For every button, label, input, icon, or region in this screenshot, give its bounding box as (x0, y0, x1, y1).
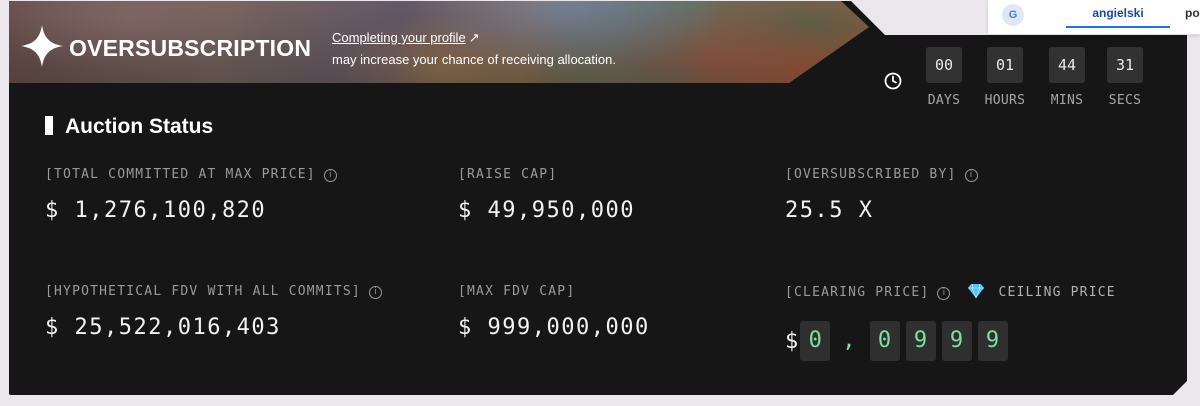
clearing-price-display: $ 0 , 0 9 9 9 (785, 320, 1014, 362)
four-point-star-icon (21, 25, 63, 67)
price-digit: 0 (800, 321, 830, 361)
info-icon[interactable]: i (369, 286, 382, 299)
info-icon[interactable]: i (937, 287, 950, 300)
stat-oversubscribed-by: [OVERSUBSCRIBED BY] i 25.5 X (785, 167, 978, 223)
diamond-icon (968, 284, 984, 298)
stat-label: [OVERSUBSCRIBED BY] i (785, 167, 978, 182)
countdown-mins-value: 44 (1049, 47, 1085, 83)
stat-value: 25.5 X (785, 198, 874, 223)
stat-clearing-price: [CLEARING PRICE] i CEILING PRICE (785, 284, 1116, 300)
price-separator: , (842, 328, 856, 353)
countdown-hours-value: 01 (987, 47, 1023, 83)
countdown-secs-value: 31 (1107, 47, 1143, 83)
countdown-secs: 31 SECS (1097, 47, 1153, 108)
title-bar-marker (45, 116, 53, 135)
countdown-days-value: 00 (926, 47, 962, 83)
google-translate-icon[interactable]: G (1002, 4, 1024, 26)
info-icon[interactable]: i (965, 169, 978, 182)
price-digit: 9 (906, 321, 936, 361)
tab-language-english[interactable]: angielski (1066, 6, 1170, 28)
stat-max-fdv-cap: [MAX FDV CAP] $ 999,000,000 (458, 284, 650, 340)
external-arrow-icon[interactable]: ↗ (469, 30, 480, 46)
countdown-mins: 44 MINS (1039, 47, 1095, 108)
price-digit: 9 (942, 321, 972, 361)
section-title: Auction Status (45, 115, 213, 139)
stat-label: [MAX FDV CAP] (458, 284, 576, 299)
banner-title: OVERSUBSCRIPTION (69, 35, 312, 61)
complete-profile-link[interactable]: Completing your profile ↗ (332, 30, 480, 46)
stat-raise-cap: [RAISE CAP] $ 49,950,000 (458, 167, 635, 223)
translate-popup: G angielski polsk (988, 0, 1200, 35)
stat-label: [RAISE CAP] (458, 167, 558, 182)
countdown-days-label: DAYS (927, 93, 961, 108)
price-digit: 9 (978, 321, 1008, 361)
stat-value: $ 25,522,016,403 (45, 315, 281, 340)
stat-label-text: [TOTAL COMMITTED AT MAX PRICE] (45, 167, 316, 182)
countdown-hours-label: HOURS (984, 93, 1026, 108)
stat-label-text: [HYPOTHETICAL FDV WITH ALL COMMITS] (45, 284, 361, 299)
tab-language-polish[interactable]: polsk (1185, 6, 1200, 20)
stat-label: [HYPOTHETICAL FDV WITH ALL COMMITS] i (45, 284, 382, 299)
stat-label-text: [OVERSUBSCRIBED BY] (785, 167, 957, 182)
stat-value: $ 999,000,000 (458, 315, 650, 340)
ceiling-price-label: CEILING PRICE (998, 285, 1116, 300)
banner-subtitle: may increase your chance of receiving al… (332, 52, 616, 67)
stat-label: [CLEARING PRICE] i CEILING PRICE (785, 284, 1116, 300)
price-currency: $ (785, 328, 799, 354)
countdown-secs-label: SECS (1108, 93, 1142, 108)
stat-hypothetical-fdv: [HYPOTHETICAL FDV WITH ALL COMMITS] i $ 2… (45, 284, 382, 340)
price-digit: 0 (870, 321, 900, 361)
countdown-days: 00 DAYS (916, 47, 972, 108)
section-title-text: Auction Status (65, 115, 214, 138)
countdown-hours: 01 HOURS (977, 47, 1033, 108)
stat-value: $ 1,276,100,820 (45, 198, 267, 223)
countdown-mins-label: MINS (1050, 93, 1084, 108)
oversubscription-banner: OVERSUBSCRIPTION Completing your profile… (9, 1, 869, 83)
complete-profile-link-label[interactable]: Completing your profile (332, 30, 466, 45)
stat-total-committed: [TOTAL COMMITTED AT MAX PRICE] i $ 1,276,… (45, 167, 337, 223)
clock-icon (883, 71, 903, 91)
stat-label: [TOTAL COMMITTED AT MAX PRICE] i (45, 167, 337, 182)
auction-panel: OVERSUBSCRIPTION Completing your profile… (9, 1, 1187, 395)
info-icon[interactable]: i (324, 169, 337, 182)
stat-label-text: [CLEARING PRICE] (785, 285, 930, 300)
stat-value: $ 49,950,000 (458, 198, 635, 223)
